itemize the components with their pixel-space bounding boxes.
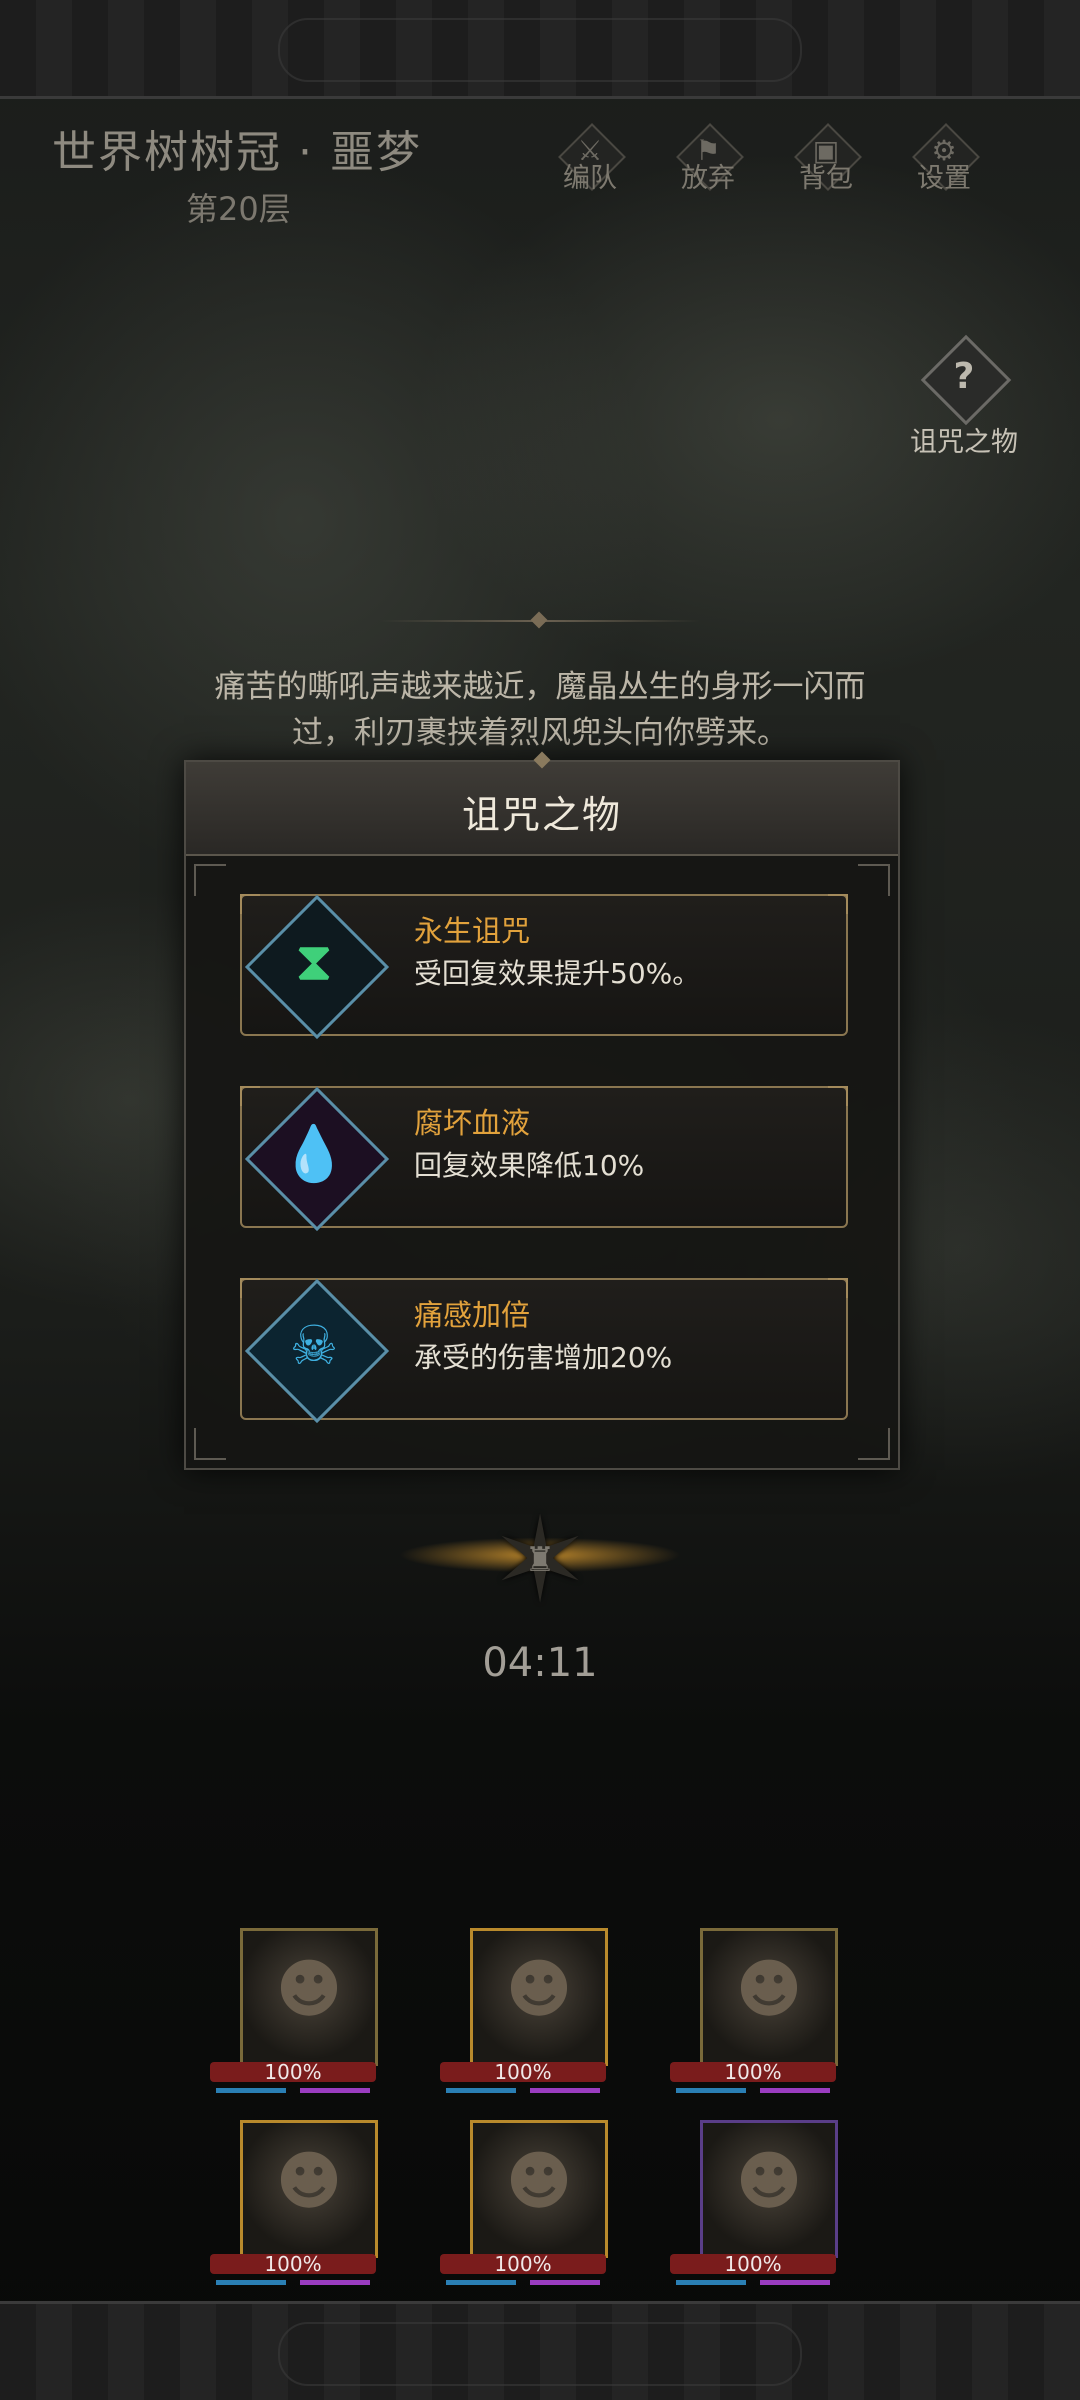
settings-label: 设置 bbox=[917, 163, 971, 194]
curse-item-immortal[interactable]: ⧗ 永生诅咒 受回复效果提升50%。 bbox=[240, 894, 848, 1040]
hero-face-icon: ☻ bbox=[505, 1953, 573, 2027]
mana-bar bbox=[446, 2280, 516, 2285]
event-description: 痛苦的嘶吼声越来越近，魔晶丛生的身形一闪而 过，利刃裹挟着烈风兜头向你劈来。 bbox=[170, 664, 910, 756]
mana-bar bbox=[446, 2088, 516, 2093]
hero-face-icon: ☻ bbox=[275, 1953, 343, 2027]
lantern-icon: ♜ bbox=[524, 1540, 556, 1580]
mana-bar bbox=[676, 2280, 746, 2285]
hero-portrait: ☻ bbox=[240, 1928, 378, 2066]
hero-face-icon: ☻ bbox=[275, 2145, 343, 2219]
mana-bar bbox=[216, 2088, 286, 2093]
mana-bar bbox=[676, 2088, 746, 2093]
hp-text: 100% bbox=[724, 2252, 782, 2276]
backpack-button[interactable]: ▣ 背包 bbox=[776, 123, 876, 231]
hero-portrait: ☻ bbox=[700, 2120, 838, 2258]
countdown-timer: 04:11 bbox=[482, 1640, 598, 1686]
energy-bar bbox=[760, 2280, 830, 2285]
curse-item-desc: 受回复效果提升50%。 bbox=[414, 957, 701, 990]
hero-slot-2[interactable]: ☻ 100% bbox=[440, 1928, 610, 2093]
hero-face-icon: ☻ bbox=[505, 2145, 573, 2219]
settings-button[interactable]: ⚙ 设置 bbox=[894, 123, 994, 231]
curse-item-name: 腐坏血液 bbox=[414, 1106, 531, 1140]
hourglass-icon: ⧗ bbox=[295, 930, 333, 993]
corner-ornament bbox=[194, 1428, 226, 1460]
hp-text: 100% bbox=[724, 2060, 782, 2084]
energy-bar bbox=[300, 2088, 370, 2093]
event-description-line1: 痛苦的嘶吼声越来越近，魔晶丛生的身形一闪而 bbox=[214, 669, 866, 705]
pain-silhouette-icon: ☠ bbox=[289, 1314, 339, 1377]
hero-portrait: ☻ bbox=[470, 1928, 608, 2066]
top-ornament bbox=[278, 18, 802, 82]
curse-item-name: 痛感加倍 bbox=[414, 1298, 531, 1332]
corner-ornament bbox=[858, 1428, 890, 1460]
hero-face-icon: ☻ bbox=[735, 1953, 803, 2027]
energy-bar bbox=[530, 2088, 600, 2093]
floor-label: 第20层 bbox=[186, 190, 291, 228]
hero-slot-5[interactable]: ☻ 100% bbox=[440, 2120, 610, 2285]
curse-item-desc: 回复效果降低10% bbox=[414, 1149, 645, 1182]
hero-portrait: ☻ bbox=[240, 2120, 378, 2258]
question-icon: ? bbox=[953, 356, 975, 397]
curse-item-rotten-blood[interactable]: 💧 腐坏血液 回复效果降低10% bbox=[240, 1086, 848, 1232]
abandon-button[interactable]: ⚑ 放弃 bbox=[658, 123, 758, 231]
hero-portrait: ☻ bbox=[700, 1928, 838, 2066]
curse-items-button[interactable]: ? 诅咒之物 bbox=[904, 330, 1024, 459]
curse-item-double-pain[interactable]: ☠ 痛感加倍 承受的伤害增加20% bbox=[240, 1278, 848, 1424]
hp-text: 100% bbox=[264, 2060, 322, 2084]
abandon-label: 放弃 bbox=[681, 163, 735, 194]
formation-label: 编队 bbox=[563, 163, 617, 194]
formation-button[interactable]: ⚔ 编队 bbox=[540, 123, 640, 231]
hero-slot-1[interactable]: ☻ 100% bbox=[210, 1928, 380, 2093]
lantern-emblem: ✶ ♜ bbox=[340, 1500, 740, 1620]
event-description-line2: 过，利刃裹挟着烈风兜头向你劈来。 bbox=[292, 715, 788, 751]
energy-bar bbox=[760, 2088, 830, 2093]
hp-text: 100% bbox=[494, 2252, 552, 2276]
mana-bar bbox=[216, 2280, 286, 2285]
energy-bar bbox=[300, 2280, 370, 2285]
hero-slot-3[interactable]: ☻ 100% bbox=[670, 1928, 840, 2093]
curse-panel-header: 诅咒之物 bbox=[186, 751, 898, 856]
hero-slot-6[interactable]: ☻ 100% bbox=[670, 2120, 840, 2285]
curse-panel-title: 诅咒之物 bbox=[461, 793, 622, 837]
hero-face-icon: ☻ bbox=[735, 2145, 803, 2219]
bottom-frame bbox=[0, 2301, 1080, 2400]
curse-panel: 诅咒之物 ⧗ 永生诅咒 受回复效果提升50%。 💧 腐坏血液 回复效果降低10%… bbox=[184, 751, 900, 1470]
dungeon-title: 世界树树冠 · 噩梦 bbox=[52, 127, 422, 178]
curse-item-name: 永生诅咒 bbox=[414, 914, 531, 948]
bottom-ornament bbox=[278, 2322, 802, 2386]
blood-drops-icon: 💧 bbox=[280, 1122, 348, 1185]
hero-slot-4[interactable]: ☻ 100% bbox=[210, 2120, 380, 2285]
energy-bar bbox=[530, 2280, 600, 2285]
curse-item-desc: 承受的伤害增加20% bbox=[414, 1341, 673, 1374]
hp-text: 100% bbox=[494, 2060, 552, 2084]
top-frame bbox=[0, 0, 1080, 99]
hp-text: 100% bbox=[264, 2252, 322, 2276]
backpack-label: 背包 bbox=[799, 163, 853, 194]
hero-portrait: ☻ bbox=[470, 2120, 608, 2258]
corner-ornament bbox=[194, 864, 226, 896]
corner-ornament bbox=[858, 864, 890, 896]
